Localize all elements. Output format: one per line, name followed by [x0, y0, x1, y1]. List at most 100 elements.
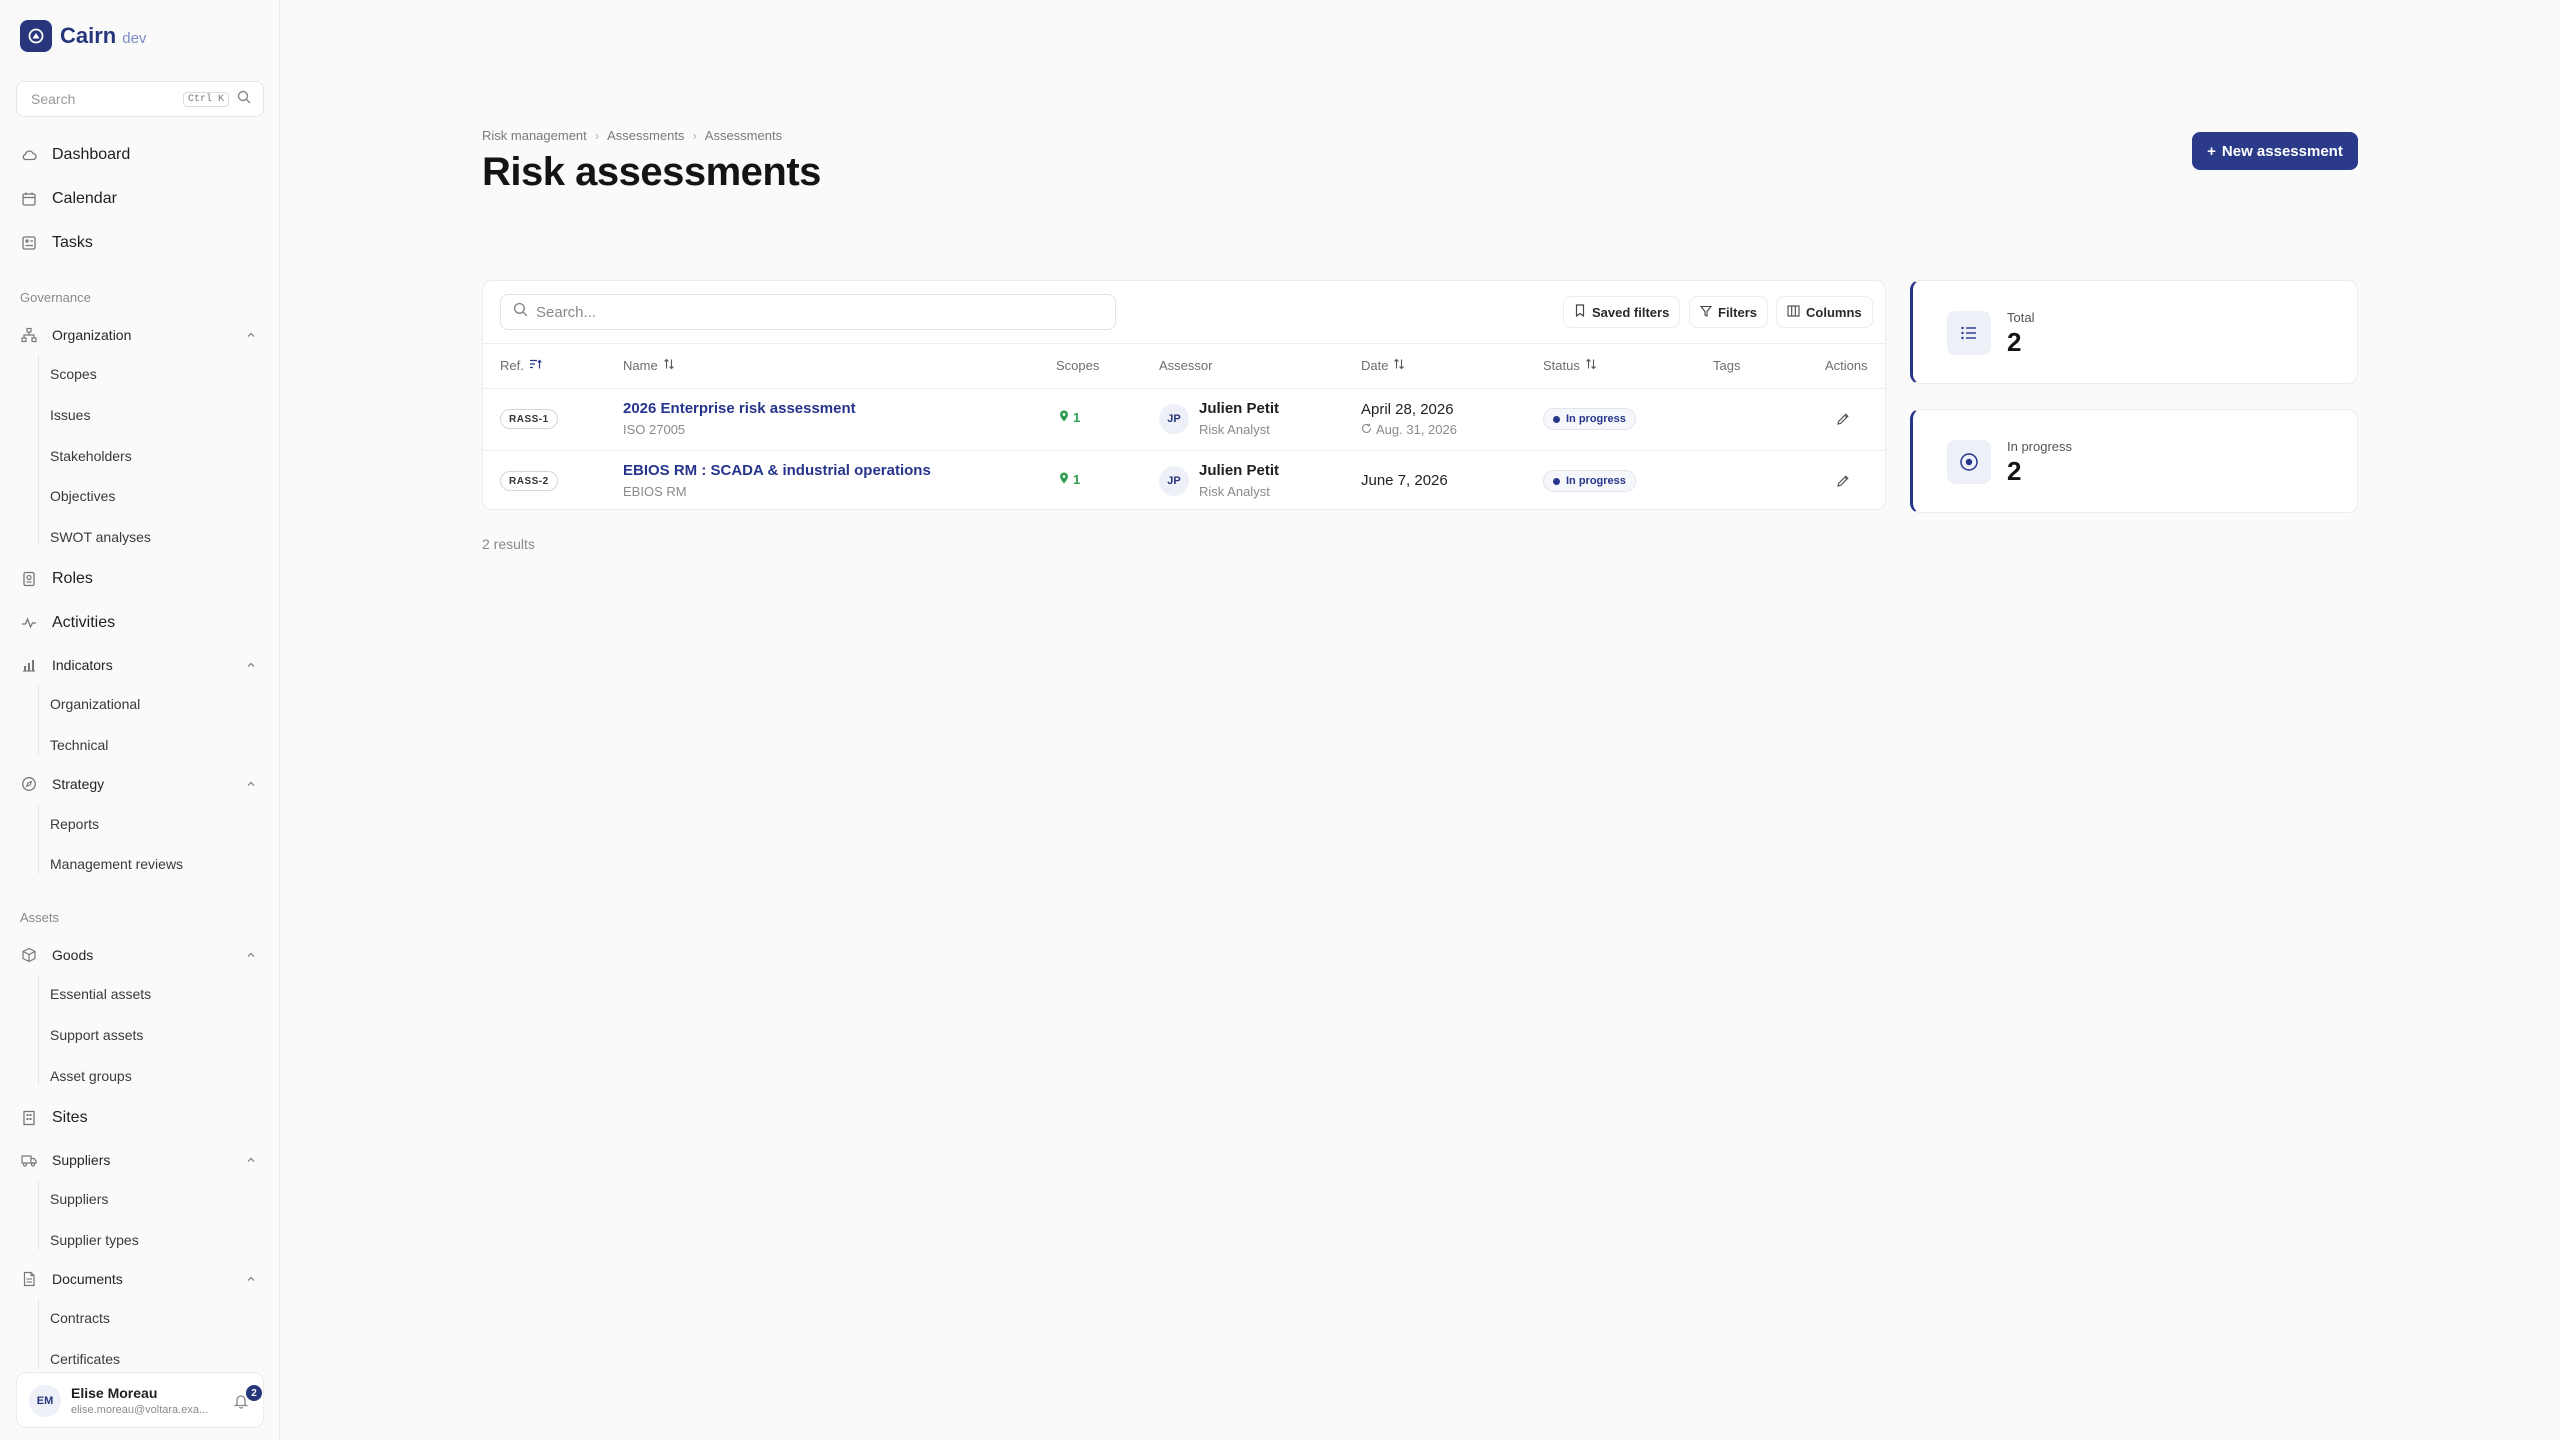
chevron-right-icon: › [594, 128, 600, 143]
search-icon[interactable] [237, 90, 251, 109]
sidebar-group-suppliers[interactable]: Suppliers [20, 1148, 255, 1172]
sidebar-item-activities[interactable]: Activities [20, 611, 115, 635]
status-badge: In progress [1543, 470, 1636, 492]
scope-count: 1 [1073, 472, 1081, 487]
column-name[interactable]: Name [623, 358, 675, 373]
scope-badge[interactable]: 1 [1059, 410, 1080, 425]
sidebar-item-contracts[interactable]: Contracts [50, 1308, 110, 1328]
status-text: In progress [1566, 475, 1626, 487]
sidebar-item-technical[interactable]: Technical [50, 735, 108, 755]
sub-rail [38, 1299, 39, 1369]
column-date[interactable]: Date [1361, 358, 1405, 373]
table-row[interactable]: RASS-1 2026 Enterprise risk assessment I… [483, 389, 1885, 450]
brand[interactable]: Cairn dev [20, 20, 146, 52]
sort-icon [1585, 358, 1597, 373]
columns-icon [1787, 304, 1800, 320]
sidebar-item-scopes[interactable]: Scopes [50, 364, 97, 384]
user-name: Elise Moreau [71, 1385, 158, 1401]
avatar: JP [1159, 466, 1189, 496]
sidebar-item-asset-groups[interactable]: Asset groups [50, 1066, 132, 1086]
chevron-up-icon[interactable] [246, 776, 256, 794]
sidebar-item-organizational[interactable]: Organizational [50, 694, 140, 714]
table-search-input[interactable] [536, 303, 1096, 321]
sidebar-group-indicators[interactable]: Indicators [20, 653, 255, 677]
new-assessment-button[interactable]: + New assessment [2192, 132, 2358, 170]
sort-desc-icon [529, 358, 542, 373]
ref-badge: RASS-2 [500, 471, 558, 491]
assessor-role: Risk Analyst [1199, 484, 1270, 499]
sort-icon [1393, 358, 1405, 373]
chevron-up-icon[interactable] [246, 657, 256, 675]
column-label: Status [1543, 358, 1580, 373]
sidebar-item-reports[interactable]: Reports [50, 814, 99, 834]
sidebar-group-organization[interactable]: Organization [20, 323, 255, 347]
assessment-name-link[interactable]: 2026 Enterprise risk assessment [623, 400, 856, 417]
pencil-icon[interactable] [1833, 471, 1853, 491]
chevron-up-icon[interactable] [246, 947, 256, 965]
sidebar-group-label: Goods [52, 947, 94, 963]
sidebar-item-calendar[interactable]: Calendar [20, 187, 117, 211]
saved-filters-button[interactable]: Saved filters [1563, 296, 1681, 328]
new-assessment-label: New assessment [2221, 142, 2343, 160]
table-row[interactable]: RASS-2 EBIOS RM : SCADA & industrial ope… [483, 450, 1885, 509]
column-status[interactable]: Status [1543, 358, 1597, 373]
chevron-up-icon[interactable] [246, 327, 256, 345]
column-ref[interactable]: Ref. [500, 358, 542, 373]
sidebar-search-input[interactable] [31, 91, 183, 107]
assessment-name-link[interactable]: EBIOS RM : SCADA & industrial operations [623, 462, 931, 479]
sidebar-group-goods[interactable]: Goods [20, 943, 255, 967]
breadcrumb-item[interactable]: Assessments [705, 128, 782, 143]
user-card[interactable]: EM Elise Moreau elise.moreau@voltara.exa… [16, 1372, 264, 1428]
sidebar-item-certificates[interactable]: Certificates [50, 1349, 120, 1369]
assessment-framework: ISO 27005 [623, 422, 686, 437]
sidebar-item-suppliers[interactable]: Suppliers [50, 1189, 108, 1209]
sidebar-item-support-assets[interactable]: Support assets [50, 1025, 143, 1045]
table-search[interactable] [500, 294, 1116, 330]
sidebar-search[interactable]: Ctrl K [16, 81, 264, 117]
pencil-icon[interactable] [1833, 409, 1853, 429]
sub-rail [38, 1180, 39, 1250]
sidebar-item-stakeholders[interactable]: Stakeholders [50, 446, 132, 466]
sidebar-item-supplier-types[interactable]: Supplier types [50, 1230, 139, 1250]
sidebar-item-label: Dashboard [52, 146, 131, 163]
bookmark-icon [1574, 304, 1586, 320]
column-tags: Tags [1713, 358, 1741, 373]
sidebar-item-management-reviews[interactable]: Management reviews [50, 854, 183, 874]
sidebar-item-tasks[interactable]: Tasks [20, 231, 93, 255]
assessment-date: June 7, 2026 [1361, 472, 1448, 489]
sidebar-item-issues[interactable]: Issues [50, 405, 90, 425]
chevron-up-icon[interactable] [246, 1152, 256, 1170]
columns-button[interactable]: Columns [1776, 296, 1873, 328]
tasks-icon [20, 234, 38, 252]
status-badge: In progress [1543, 408, 1636, 430]
sidebar-item-swot-analyses[interactable]: SWOT analyses [50, 527, 151, 547]
map-pin-icon [1059, 410, 1069, 425]
filters-button[interactable]: Filters [1689, 296, 1769, 328]
sidebar-item-dashboard[interactable]: Dashboard [20, 143, 130, 167]
sidebar-item-objectives[interactable]: Objectives [50, 486, 115, 506]
results-count: 2 results [482, 536, 535, 552]
breadcrumb-item[interactable]: Risk management [482, 128, 587, 143]
due-date: Aug. 31, 2026 [1361, 422, 1457, 437]
column-assessor: Assessor [1159, 358, 1213, 373]
breadcrumb-item[interactable]: Assessments [607, 128, 684, 143]
sidebar-item-roles[interactable]: Roles [20, 567, 93, 591]
sidebar-item-sites[interactable]: Sites [20, 1106, 88, 1130]
sidebar-group-strategy[interactable]: Strategy [20, 772, 255, 796]
sidebar-item-essential-assets[interactable]: Essential assets [50, 984, 151, 1004]
sidebar-item-label: Activities [52, 614, 116, 631]
stat-value: 2 [2007, 456, 2022, 486]
chevron-up-icon[interactable] [246, 1271, 256, 1289]
stat-label: In progress [2007, 439, 2073, 454]
section-assets: Assets [20, 910, 60, 925]
compass-icon [20, 775, 38, 793]
scope-badge[interactable]: 1 [1059, 472, 1080, 487]
saved-filters-label: Saved filters [1592, 304, 1670, 320]
sidebar-item-label: Roles [52, 570, 93, 587]
sidebar-group-documents[interactable]: Documents [20, 1267, 255, 1291]
building-icon [20, 1109, 38, 1127]
sub-rail [38, 355, 39, 545]
notification-badge: 2 [246, 1385, 262, 1401]
table-header: Ref. Name Scopes Assessor Date Status Ta… [483, 343, 1885, 389]
activity-icon [20, 614, 38, 632]
